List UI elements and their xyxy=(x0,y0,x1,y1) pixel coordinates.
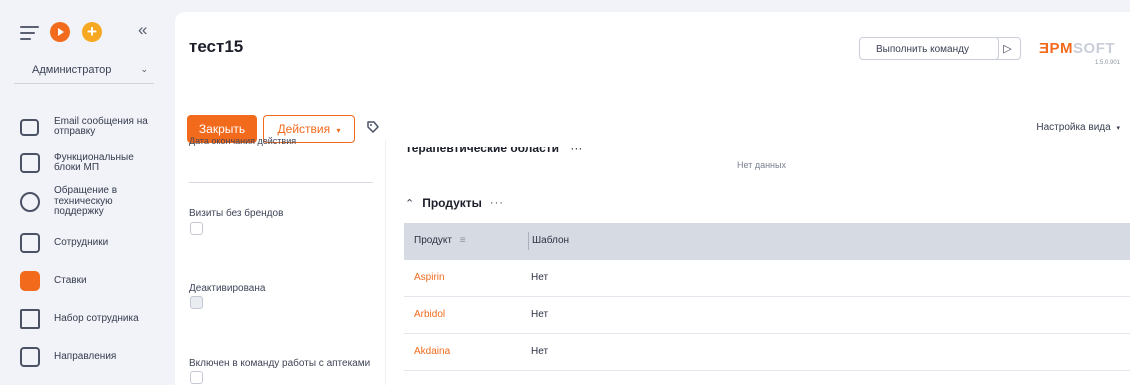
sidebar-item-rates[interactable]: Ставки xyxy=(14,262,164,300)
sidebar-item-support[interactable]: Обращение в техническую поддержку xyxy=(14,180,164,224)
role-select-value: Администратор xyxy=(32,63,112,76)
column-divider xyxy=(385,140,386,385)
deactivated-checkbox[interactable] xyxy=(190,296,203,309)
therapeutic-areas-header[interactable]: Терапевтические области ··· xyxy=(405,147,582,156)
sidebar-item-functional-blocks[interactable]: Функциональные блоки МП xyxy=(14,146,164,180)
sidebar-item-directions[interactable]: Направления xyxy=(14,338,164,376)
mail-icon xyxy=(20,119,39,136)
sidebar-item-label: Обращение в техническую поддержку xyxy=(54,185,118,218)
workflow-icon xyxy=(20,309,40,329)
therapeutic-areas-title: Терапевтические области xyxy=(405,147,560,155)
product-link[interactable]: Arbidol xyxy=(414,309,445,320)
table-row[interactable]: Arbidol Нет xyxy=(404,297,1130,334)
page-title: тест15 xyxy=(189,37,244,56)
template-value: Нет xyxy=(531,346,549,357)
layout-icon xyxy=(20,153,40,173)
sidebar-item-employee-set[interactable]: Набор сотрудника xyxy=(14,300,164,338)
end-date-label: Дата окончания действия xyxy=(189,136,297,146)
rates-icon xyxy=(20,271,40,291)
more-icon[interactable]: ··· xyxy=(490,197,504,209)
sidebar: + « Администратор ⌄ Email сообщения на о… xyxy=(0,0,167,385)
sidebar-item-label: Email сообщения на отправку xyxy=(54,115,148,137)
command-input[interactable]: Выполнить команду xyxy=(859,37,999,60)
view-settings-button[interactable]: Настройка вида ▾ xyxy=(1036,122,1120,133)
brand-logo: ƎPMSOFT xyxy=(1039,40,1116,57)
product-link[interactable]: Akdaina xyxy=(414,346,450,357)
chevron-down-icon: ▾ xyxy=(336,126,341,135)
chat-support-icon xyxy=(20,192,40,212)
column-divider[interactable] xyxy=(528,232,529,250)
therapeutic-areas-empty: Нет данных xyxy=(737,160,786,170)
deactivated-label: Деактивирована xyxy=(189,283,266,294)
end-date-field[interactable] xyxy=(189,182,373,183)
template-value: Нет xyxy=(531,272,549,283)
filter-icon[interactable]: ≡ xyxy=(460,235,466,246)
employee-icon xyxy=(20,233,40,253)
document-icon xyxy=(20,347,40,367)
sidebar-item-label: Набор сотрудника xyxy=(54,312,139,324)
column-header-template[interactable]: Шаблон xyxy=(532,235,569,246)
more-icon[interactable]: ··· xyxy=(570,147,582,155)
hamburger-menu-icon[interactable] xyxy=(20,26,39,40)
sidebar-item-email[interactable]: Email сообщения на отправку xyxy=(14,108,164,146)
products-grid-header: Продукт ≡ Шаблон xyxy=(404,223,1130,260)
sidebar-item-label: Ставки xyxy=(54,274,87,286)
sidebar-item-label: Направления xyxy=(54,350,117,362)
tag-icon[interactable] xyxy=(366,120,380,134)
chevron-down-icon: ⌄ xyxy=(140,64,148,74)
play-app-icon[interactable] xyxy=(50,22,70,42)
chevron-down-icon: ▾ xyxy=(1116,125,1120,132)
pharmacy-team-label: Включен в команду работы с аптеками xyxy=(189,358,371,369)
sidebar-item-label: Функциональные блоки МП xyxy=(54,151,134,173)
collapse-sidebar-icon[interactable]: « xyxy=(138,20,147,40)
products-section-header[interactable]: ⌃ Продукты ··· xyxy=(405,196,504,210)
products-title: Продукты xyxy=(422,196,482,210)
visits-without-brands-checkbox[interactable] xyxy=(190,222,203,235)
product-link[interactable]: Aspirin xyxy=(414,272,445,283)
chevron-up-icon[interactable]: ⌃ xyxy=(405,197,414,210)
add-app-icon[interactable]: + xyxy=(82,22,102,42)
sidebar-top-bar: + « xyxy=(20,20,160,42)
sidebar-nav: Email сообщения на отправку Функциональн… xyxy=(14,108,164,376)
main-panel: тест15 Выполнить команду ▷ ƎPMSOFT 1.5.0… xyxy=(175,12,1130,385)
table-row[interactable]: Aspirin Нет xyxy=(404,260,1130,297)
table-row[interactable]: Akdaina Нет xyxy=(404,334,1130,371)
run-command-button[interactable]: ▷ xyxy=(995,37,1021,60)
template-value: Нет xyxy=(531,309,549,320)
sidebar-item-employees[interactable]: Сотрудники xyxy=(14,224,164,262)
column-header-product[interactable]: Продукт ≡ xyxy=(414,235,466,246)
pharmacy-team-checkbox[interactable] xyxy=(190,371,203,384)
play-outline-icon: ▷ xyxy=(1003,43,1012,55)
role-select[interactable]: Администратор ⌄ xyxy=(14,56,154,84)
app-version: 1.5.0.901 xyxy=(1095,60,1121,66)
visits-without-brands-label: Визиты без брендов xyxy=(189,208,284,219)
sidebar-item-label: Сотрудники xyxy=(54,236,109,248)
